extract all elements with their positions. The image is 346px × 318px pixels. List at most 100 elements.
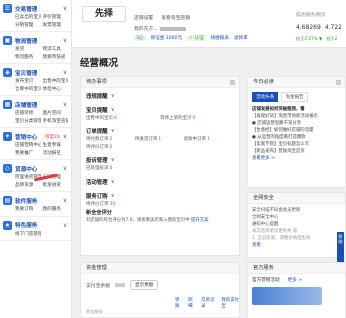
todo-section: 宝贝提醒 ∨ 出售中的宝贝6 等待上架的宝贝0 — [81, 102, 239, 124]
my-alipay-link[interactable]: 我的支付宝 — [221, 297, 239, 309]
chevron-down-icon[interactable]: ∨ — [111, 179, 115, 185]
news-item[interactable]: ● 店铺运营思路干货分享 — [252, 120, 341, 127]
todo-section-title[interactable]: 宝贝提醒 ∨ — [86, 105, 234, 114]
sidebar-section-header[interactable]: ▦ 店铺管理 ∨ — [3, 99, 68, 110]
settings-icon[interactable] — [336, 80, 341, 85]
refund-rate-link[interactable]: 退款率 — [234, 35, 248, 41]
news-item[interactable]: 【生意经】如何做好店铺的流量 — [252, 127, 341, 134]
deposit-link[interactable]: 保证金 1000元 — [151, 35, 183, 41]
more-news-link[interactable]: 查看更多 > — [252, 155, 341, 162]
sidebar-link[interactable]: 物流服务 — [15, 54, 41, 62]
sidebar-link[interactable]: 线下门店管理 — [15, 231, 41, 239]
score-text: 对店铺的综合评分为7.0，请查看该店和入我的宝贝中 — [86, 217, 190, 223]
news-item[interactable]: 【发现好货】淘金市场新活动报名 — [252, 113, 341, 120]
todo-item[interactable]: 待评价订单0 — [86, 144, 160, 150]
score-title: 新全全评分 — [86, 209, 112, 216]
sidebar-link[interactable]: 出售中的宝贝 — [43, 78, 69, 86]
funds-body: 支付宝余额 显示余额 — [81, 274, 239, 296]
show-balance-button[interactable]: 显示余额 — [130, 280, 159, 290]
score-improve-link[interactable]: 提升方案 — [191, 218, 209, 223]
safety-line: 通知中心提醒 — [252, 222, 279, 227]
sidebar-link[interactable]: 图片空间 — [43, 110, 69, 118]
tab-gold-report[interactable]: 淘金报告 — [281, 92, 308, 102]
sidebar-section-header[interactable]: ◈ 宝贝管理 ∨ — [3, 67, 68, 78]
promo-banner[interactable] — [252, 286, 322, 305]
sidebar-section-header[interactable]: ✦ 营销中心 限定ZX ∨ — [3, 131, 68, 142]
sidebar-link[interactable]: 生意参谋 — [43, 142, 69, 150]
sidebar-link[interactable]: 店铺装修 — [15, 110, 41, 118]
sidebar-section-header[interactable]: ▤ 软件服务 ∨ — [3, 195, 68, 206]
sidebar-link[interactable]: 我要推广 — [15, 150, 41, 158]
official-more-link[interactable]: 更多 > — [288, 278, 303, 283]
details-link[interactable]: 明细 — [188, 297, 195, 309]
todo-item[interactable]: 出售中的宝贝6 — [86, 115, 160, 121]
chevron-down-icon[interactable]: ∨ — [111, 93, 115, 99]
chevron-down-icon[interactable]: ∨ — [62, 197, 68, 204]
sidebar-link[interactable]: 品牌货源 — [15, 182, 41, 190]
chevron-down-icon[interactable]: ∨ — [62, 133, 68, 140]
chevron-down-icon[interactable]: ∨ — [62, 165, 68, 172]
chevron-down-icon[interactable]: ∨ — [62, 5, 68, 12]
sidebar-link[interactable]: 店铺营销中心 — [15, 142, 41, 150]
sidebar-section-header[interactable]: ☰ 交易管理 ∨ — [3, 3, 68, 14]
sidebar-link[interactable]: 评价管理 — [43, 14, 69, 22]
must-read-body: 店铺发展如何突破瓶颈，看 【发现好货】淘金市场新活动报名 ● 店铺运营思路干货分享【… — [248, 104, 345, 164]
todo-item[interactable]: 退款中订单1 — [184, 136, 233, 142]
chevron-down-icon[interactable]: ∨ — [111, 193, 115, 199]
todo-item[interactable]: 已处理投诉0 — [86, 165, 160, 171]
chevron-down-icon[interactable]: ∨ — [111, 157, 115, 163]
shop-settings-link[interactable]: 店铺设置 — [134, 14, 153, 21]
transfer-link[interactable]: 转账 — [175, 297, 182, 309]
sidebar-links: 店铺营销中心 生意参谋 我要推广 活动报名 — [3, 142, 68, 157]
sidebar-link[interactable]: 物流工具 — [43, 46, 69, 54]
chevron-down-icon[interactable]: ∨ — [111, 107, 115, 113]
todo-item[interactable]: 等待上架的宝贝0 — [160, 115, 234, 121]
sidebar-link[interactable]: 发票管理 — [43, 22, 69, 30]
help-button[interactable]: 帮助 — [337, 232, 344, 262]
shop-level-badge: 3心 — [134, 35, 146, 41]
sidebar-link[interactable]: 已卖出的宝贝 — [15, 14, 41, 22]
todo-section-title[interactable]: 订单提醒 ∨ — [86, 127, 234, 136]
sidebar-links: 已卖出的宝贝 评价管理 分销管理 发票管理 — [3, 14, 68, 29]
sidebar-section-header[interactable]: ◇ 货源中心 ∨ — [3, 163, 68, 174]
todo-section-title[interactable]: 服务订购 ∨ — [86, 191, 234, 200]
safety-view-link[interactable]: 查看 — [252, 242, 341, 249]
sidebar-link[interactable]: 我的服务 — [43, 206, 69, 214]
news-item[interactable]: 店铺发展如何突破瓶颈，看 — [252, 106, 341, 113]
quick-report-link[interactable]: 快捷报表 — [211, 35, 229, 41]
tab-activity-headlines[interactable]: 活动头条 — [252, 92, 279, 102]
news-item[interactable]: 【新品发布】登陆淘宝首页 — [252, 148, 341, 155]
sidebar-section-header[interactable]: ★ 特色服务 ∨ — [3, 220, 68, 231]
sidebar-section-header[interactable]: ▣ 物流管理 ∨ — [3, 35, 68, 46]
chevron-down-icon[interactable]: ∨ — [62, 101, 68, 108]
sidebar-link[interactable]: 宝贝分类管理 — [15, 118, 41, 126]
sidebar-link[interactable]: 手机淘宝店铺 — [43, 118, 69, 126]
sidebar-link[interactable]: 我要寄快递 — [43, 54, 69, 62]
sidebar-link[interactable]: 体检中心 — [43, 86, 69, 94]
todo-item-count: 0 — [109, 144, 113, 150]
chevron-down-icon[interactable]: ∨ — [111, 128, 115, 134]
settings-icon[interactable] — [230, 80, 235, 85]
todo-item[interactable]: 待评价订单30 — [86, 201, 160, 207]
todo-section-title[interactable]: 活动管理 ∨ — [86, 177, 234, 186]
todo-section-label: 订单提醒 — [86, 129, 108, 135]
sidebar-link[interactable]: 活动报名 — [43, 150, 69, 158]
sidebar-link[interactable]: 发货 — [15, 46, 41, 54]
transactions-link[interactable]: 交易记录 — [201, 297, 215, 309]
todo-item[interactable]: 待付款订单2 — [86, 136, 135, 142]
todo-section-title[interactable]: 违规提醒 ∨ — [86, 91, 234, 100]
todo-item[interactable]: 待发货订单1 — [135, 136, 184, 142]
sidebar-link[interactable]: 分销管理 — [15, 22, 41, 30]
sidebar-link[interactable]: 我要订购 — [15, 206, 41, 214]
sidebar-link[interactable]: 批发进货 — [43, 182, 69, 190]
chevron-down-icon[interactable]: ∨ — [62, 222, 68, 229]
funds-panel-title: 资金管理 — [86, 265, 107, 271]
sidebar-link[interactable]: 发布宝贝 — [15, 78, 41, 86]
sidebar-link[interactable]: 仓库中的宝贝 — [15, 86, 41, 94]
chevron-down-icon[interactable]: ∨ — [62, 37, 68, 44]
news-item[interactable]: 【卖家学院】宝贝标题怎么写 — [252, 141, 341, 148]
todo-section-title[interactable]: 投诉管理 ∨ — [86, 156, 234, 165]
news-item[interactable]: ● 从运营的角度看打造爆款 — [252, 134, 341, 141]
chevron-down-icon[interactable]: ∨ — [62, 69, 68, 76]
view-shop-link[interactable]: 查看淘宝店铺 — [161, 14, 190, 21]
